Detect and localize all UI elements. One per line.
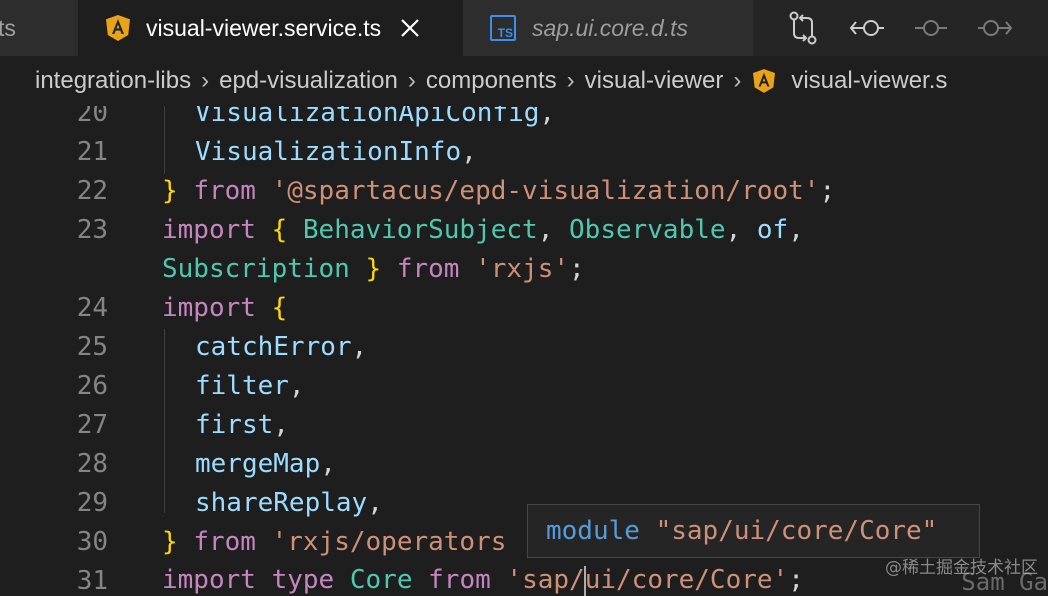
code-line: 21 VisualizationInfo, <box>0 132 1048 171</box>
chevron-right-icon: › <box>407 67 416 94</box>
hover-value: "sap/ui/core/Core" <box>655 516 938 546</box>
code-line: 27 first, <box>0 405 1048 444</box>
tab-partial[interactable]: ts <box>0 0 78 56</box>
code-line: 20 VisualizationApiConfig, <box>0 106 1048 132</box>
line-content[interactable]: filter, <box>195 371 305 401</box>
line-number: 28 <box>76 448 108 479</box>
editor-toolbar <box>753 0 1048 56</box>
line-number: 31 <box>76 565 108 596</box>
compare-changes-button[interactable] <box>771 0 835 56</box>
chevron-right-icon: › <box>201 67 210 94</box>
text-cursor <box>583 565 586 596</box>
breadcrumb: integration-libs › epd-visualization › c… <box>0 56 1048 106</box>
breadcrumb-item[interactable]: integration-libs <box>35 67 191 95</box>
tab-sap-ui-core-dts[interactable]: TS sap.ui.core.d.ts <box>463 0 753 56</box>
line-content[interactable]: mergeMap, <box>195 449 336 479</box>
angular-icon <box>753 69 776 93</box>
circle-dot-icon <box>915 20 947 36</box>
previous-change-button[interactable] <box>835 0 899 56</box>
line-number: 23 <box>76 214 108 245</box>
line-content[interactable]: VisualizationInfo, <box>195 137 477 167</box>
angular-icon <box>106 15 130 41</box>
line-content[interactable]: import type Core from 'sap/ui/core/Core'… <box>162 565 804 596</box>
line-content[interactable]: } from '@spartacus/epd-visualization/roo… <box>162 176 835 206</box>
line-number: 25 <box>76 331 108 362</box>
line-content[interactable]: import { BehaviorSubject, Observable, of… <box>162 215 804 245</box>
line-content[interactable]: } from 'rxjs/operators <box>162 527 506 557</box>
hover-keyword: module <box>546 516 640 546</box>
tab-inactive-label: sap.ui.core.d.ts <box>532 14 688 41</box>
code-line: 24 import { <box>0 288 1048 327</box>
line-content[interactable]: Subscription } from 'rxjs'; <box>162 254 585 284</box>
close-icon[interactable] <box>399 17 421 39</box>
line-content[interactable]: import { <box>162 293 287 323</box>
breadcrumb-item[interactable]: visual-viewer <box>585 67 724 95</box>
line-number: 26 <box>76 370 108 401</box>
code-line: 25 catchError, <box>0 327 1048 366</box>
chevron-right-icon: › <box>566 67 575 94</box>
code-line: 28 mergeMap, <box>0 444 1048 483</box>
breadcrumb-item[interactable]: epd-visualization <box>219 67 398 95</box>
line-number: 29 <box>76 487 108 518</box>
line-content[interactable]: shareReplay, <box>195 488 383 518</box>
arrow-left-circle-icon <box>849 20 884 36</box>
line-number: 20 <box>76 106 108 128</box>
code-line: Subscription } from 'rxjs'; <box>0 249 1048 288</box>
code-line: 23 import { BehaviorSubject, Observable,… <box>0 210 1048 249</box>
git-compare-icon <box>789 11 817 45</box>
tab-active-label: visual-viewer.service.ts <box>146 14 382 41</box>
line-number: 30 <box>76 526 108 557</box>
line-content[interactable]: catchError, <box>195 332 367 362</box>
line-number: 22 <box>76 175 108 206</box>
code-line: 22 } from '@spartacus/epd-visualization/… <box>0 171 1048 210</box>
chevron-right-icon: › <box>733 67 742 94</box>
breadcrumb-item[interactable]: components <box>426 67 557 95</box>
code-line: 26 filter, <box>0 366 1048 405</box>
arrow-right-circle-icon <box>978 20 1013 36</box>
current-change-button[interactable] <box>899 0 963 56</box>
tab-bar: ts visual-viewer.service.ts TS sap.ui.co… <box>0 0 1048 56</box>
line-content[interactable]: VisualizationApiConfig, <box>195 106 555 128</box>
next-change-button[interactable] <box>963 0 1027 56</box>
line-number: 24 <box>76 292 108 323</box>
line-content[interactable]: first, <box>195 410 289 440</box>
watermark: @稀土掘金技术社区 <box>885 558 1038 578</box>
tab-visual-viewer-service[interactable]: visual-viewer.service.ts <box>78 0 463 56</box>
typescript-icon: TS <box>490 15 516 41</box>
line-number: 21 <box>76 136 108 167</box>
line-number: 27 <box>76 409 108 440</box>
hover-tooltip: module "sap/ui/core/Core" <box>527 504 980 558</box>
tab-partial-label: ts <box>0 14 16 41</box>
breadcrumb-item[interactable]: visual-viewer.s <box>791 67 947 95</box>
